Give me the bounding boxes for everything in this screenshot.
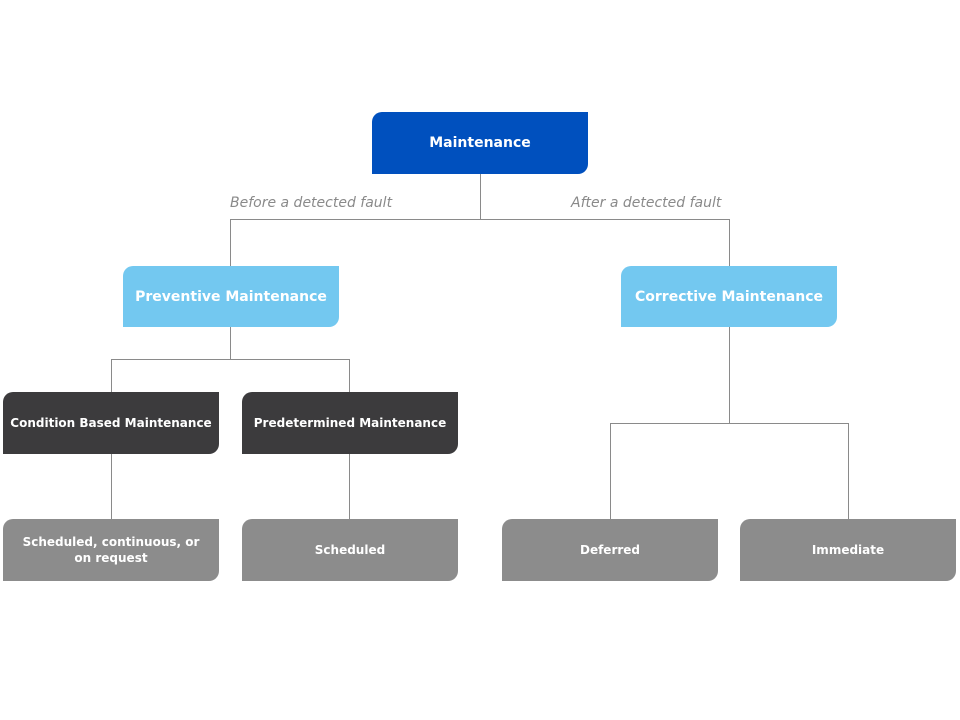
connector-corrective — [610, 327, 849, 520]
corrective-maintenance-label: Corrective Maintenance — [635, 288, 823, 305]
scheduled-label: Scheduled — [314, 543, 386, 557]
edge-label-before: Before a detected fault — [230, 195, 393, 211]
condition-based-maintenance-node: Condition Based Maintenance — [3, 392, 219, 454]
connector-lines — [111, 174, 849, 520]
deferred-node: Deferred — [502, 519, 718, 581]
immediate-label: Immediate — [811, 543, 885, 557]
edge-label-after: After a detected fault — [571, 195, 722, 211]
deferred-label: Deferred — [579, 543, 641, 557]
scheduled-node: Scheduled — [242, 519, 458, 581]
preventive-maintenance-label: Preventive Maintenance — [135, 288, 327, 305]
maintenance-node: Maintenance — [372, 112, 588, 174]
connector-root — [230, 174, 730, 266]
scheduled-continuous-node: Scheduled, continuous, or on request — [3, 519, 219, 581]
corrective-maintenance-node: Corrective Maintenance — [621, 266, 837, 327]
predetermined-maintenance-node: Predetermined Maintenance — [242, 392, 458, 454]
connector-preventive — [111, 327, 350, 392]
immediate-node: Immediate — [740, 519, 956, 581]
maintenance-label: Maintenance — [429, 135, 531, 151]
predetermined-maintenance-label: Predetermined Maintenance — [253, 416, 447, 430]
condition-based-maintenance-label: Condition Based Maintenance — [10, 416, 212, 430]
preventive-maintenance-node: Preventive Maintenance — [123, 266, 339, 327]
scheduled-continuous-label: Scheduled, continuous, or on request — [22, 535, 200, 565]
